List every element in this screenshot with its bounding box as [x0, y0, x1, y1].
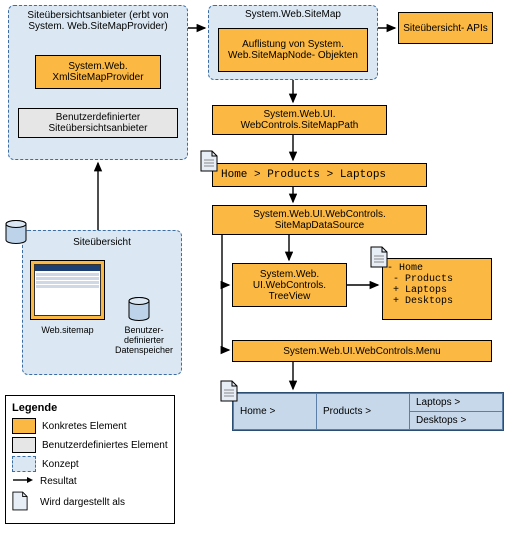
legend-sw-userdef	[12, 437, 36, 453]
legend-concept: Konzept	[42, 459, 79, 470]
legend-title: Legende	[12, 402, 168, 414]
legend-result: Resultat	[40, 476, 77, 487]
legend-doc-icon	[12, 491, 34, 514]
legend-concrete: Konkretes Element	[42, 421, 127, 432]
legend-sw-concrete	[12, 418, 36, 434]
legend-rendered: Wird dargestellt als	[40, 497, 125, 508]
legend-sw-concept	[12, 456, 36, 472]
legend-userdef: Benutzerdefiniertes Element	[42, 440, 168, 451]
legend-arrow-icon	[12, 475, 34, 488]
legend: Legende Konkretes Element Benutzerdefini…	[5, 395, 175, 524]
